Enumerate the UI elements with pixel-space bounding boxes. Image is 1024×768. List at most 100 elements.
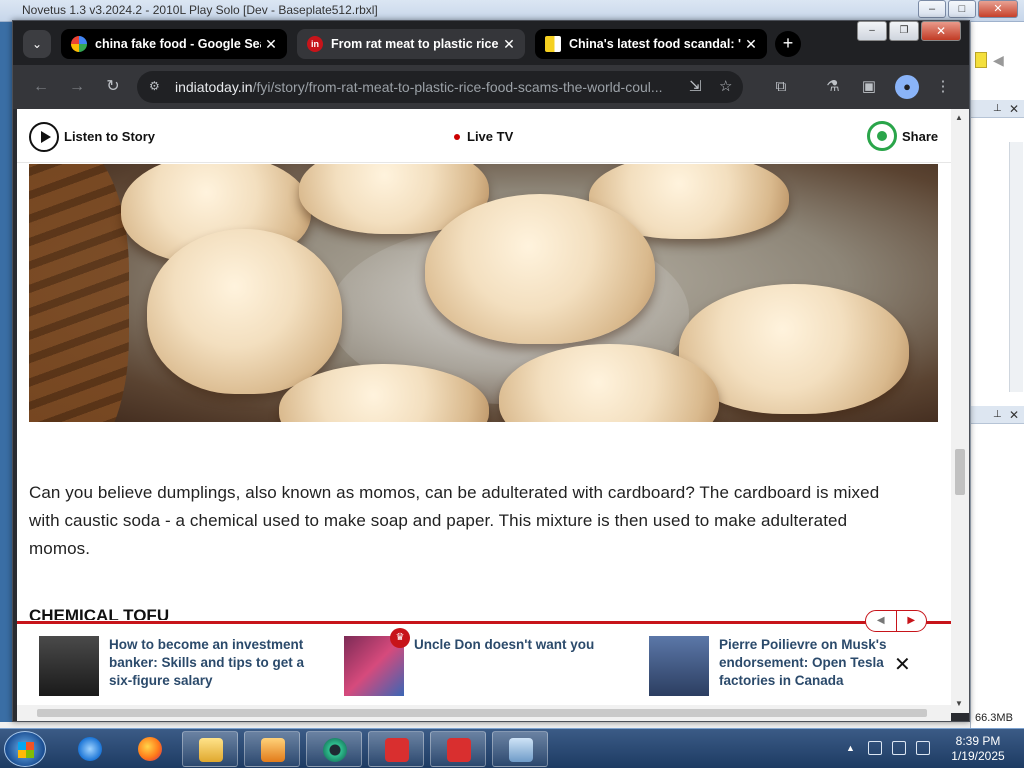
scrollbar-thumb[interactable] — [955, 449, 965, 495]
reload-icon[interactable]: ↻ — [101, 75, 125, 99]
novetus-icon — [385, 738, 409, 762]
window-controls: – ❐ ✕ — [855, 21, 961, 41]
taskbar-novetus-2[interactable] — [430, 731, 486, 767]
background-left-strip — [0, 22, 12, 722]
taskbar-firefox[interactable] — [122, 731, 178, 767]
close-window-button[interactable]: ✕ — [921, 21, 961, 41]
trending-carousel-nav: ◀ ▶ — [865, 610, 927, 632]
bookmark-star-icon[interactable]: ☆ — [719, 77, 732, 95]
arrow-icon: ◀ — [993, 52, 1004, 68]
start-button[interactable] — [4, 731, 46, 767]
background-right-panel: ◀ ⊥ ✕ ⊥ ✕ 66.3MB — [970, 22, 1024, 732]
tab-title: china fake food - Google Search — [95, 37, 261, 51]
premium-crown-icon: ♛ — [390, 628, 410, 648]
close-icon[interactable]: ✕ — [1009, 100, 1019, 118]
page-horizontal-scrollbar[interactable] — [17, 705, 951, 721]
share-button[interactable]: Share — [902, 129, 938, 144]
url-host: indiatoday.in — [175, 79, 253, 95]
internet-explorer-icon — [78, 737, 102, 761]
whatsapp-icon[interactable] — [867, 121, 897, 151]
chrome-icon — [323, 738, 347, 762]
action-center-flag-icon[interactable] — [892, 741, 906, 755]
background-app-titlebar: Novetus 1.3 v3.2024.2 - 2010L Play Solo … — [0, 0, 1024, 22]
system-clock[interactable]: 8:39 PM 1/19/2025 — [938, 734, 1018, 764]
scroll-up-icon[interactable]: ▲ — [955, 113, 963, 122]
forward-icon[interactable]: → — [65, 75, 89, 99]
tab-india-today[interactable]: in From rat meat to plastic rice, food s… — [297, 29, 525, 59]
story-action-bar: Listen to Story Live TV Share — [17, 109, 951, 163]
new-tab-button[interactable]: + — [775, 31, 801, 57]
volume-icon[interactable] — [916, 741, 930, 755]
article-hero-image — [29, 164, 938, 422]
trending-thumbnail — [39, 636, 99, 696]
taskbar-internet-explorer[interactable] — [62, 731, 118, 767]
taskbar-control-panel[interactable] — [492, 731, 548, 767]
trending-headline[interactable]: Uncle Don doesn't want you — [414, 636, 624, 654]
minimize-button[interactable]: – — [857, 21, 887, 41]
menu-kebab-icon[interactable]: ⋮ — [931, 75, 955, 99]
trending-headline[interactable]: How to become an investment banker: Skil… — [109, 636, 319, 690]
dumpling — [147, 229, 342, 394]
live-tv-link[interactable]: Live TV — [467, 129, 513, 144]
side-panel-icon[interactable]: ▣ — [857, 75, 881, 99]
taskbar-media-player[interactable] — [244, 731, 300, 767]
firefox-icon — [138, 737, 162, 761]
close-trending-icon[interactable]: ✕ — [894, 652, 911, 677]
taskbar-chrome[interactable] — [306, 731, 362, 767]
tab-search-button[interactable]: ⌄ — [23, 30, 51, 58]
horizontal-scrollbar-thumb[interactable] — [37, 709, 927, 717]
pin-icon[interactable]: ⊥ — [993, 100, 1002, 118]
show-hidden-icons-icon[interactable]: ▲ — [846, 743, 855, 753]
back-icon[interactable]: ← — [29, 75, 53, 99]
tab-china-food-scandal[interactable]: China's latest food scandal: 'le ✕ — [535, 29, 767, 59]
taskbar-novetus[interactable] — [368, 731, 424, 767]
play-icon[interactable] — [29, 122, 59, 152]
prev-arrow-icon[interactable]: ◀ — [866, 611, 896, 631]
trending-item[interactable]: ♛ Uncle Don doesn't want you — [344, 628, 634, 698]
profile-avatar-icon[interactable]: ● — [895, 75, 919, 99]
labs-flask-icon[interactable]: ⚗ — [821, 75, 845, 99]
background-window-controls: – □ ✕ — [916, 0, 1018, 18]
scroll-down-icon[interactable]: ▼ — [955, 699, 963, 708]
url-text[interactable]: indiatoday.in/fyi/story/from-rat-meat-to… — [175, 79, 663, 95]
windows-taskbar: ▲ 8:39 PM 1/19/2025 — [0, 728, 1024, 768]
indiatoday-favicon-icon: in — [307, 36, 323, 52]
tab-close-icon[interactable]: ✕ — [741, 36, 761, 53]
taskbar-file-explorer[interactable] — [182, 731, 238, 767]
network-icon[interactable] — [868, 741, 882, 755]
tab-strip: ⌄ china fake food - Google Search ✕ in F… — [13, 21, 969, 65]
restore-button[interactable]: ❐ — [889, 21, 919, 41]
extensions-icon[interactable]: ⧉ — [769, 75, 793, 99]
tab-title: China's latest food scandal: 'le — [569, 37, 741, 51]
browser-toolbar: ← → ↻ ⚙ indiatoday.in/fyi/story/from-rat… — [13, 65, 969, 109]
media-player-icon — [261, 738, 285, 762]
browser-window: ⌄ china fake food - Google Search ✕ in F… — [12, 20, 970, 722]
tab-close-icon[interactable]: ✕ — [499, 36, 519, 53]
site-info-icon[interactable]: ⚙ — [149, 79, 165, 95]
close-icon[interactable]: ✕ — [1009, 406, 1019, 424]
folder-icon — [199, 738, 223, 762]
trending-thumbnail — [649, 636, 709, 696]
memory-readout: 66.3MB — [975, 712, 1013, 724]
tab-close-icon[interactable]: ✕ — [261, 36, 281, 53]
folder-icon — [975, 52, 987, 68]
address-bar[interactable]: ⚙ indiatoday.in/fyi/story/from-rat-meat-… — [137, 71, 743, 103]
page-vertical-scrollbar[interactable]: ▲ ▼ — [951, 109, 969, 713]
google-favicon-icon — [71, 36, 87, 52]
maximize-button[interactable]: □ — [948, 0, 976, 18]
next-arrow-icon[interactable]: ▶ — [895, 611, 927, 631]
trending-item[interactable]: How to become an investment banker: Skil… — [39, 636, 329, 698]
steamer-basket-rim — [29, 164, 129, 422]
background-app-title: Novetus 1.3 v3.2024.2 - 2010L Play Solo … — [22, 3, 378, 17]
panel-header: ⊥ ✕ — [971, 406, 1024, 424]
close-button[interactable]: ✕ — [978, 0, 1018, 18]
tab-google-search[interactable]: china fake food - Google Search ✕ — [61, 29, 287, 59]
dumpling — [425, 194, 655, 344]
tab-title: From rat meat to plastic rice, food scam… — [331, 37, 499, 51]
listen-to-story-button[interactable]: Listen to Story — [64, 129, 155, 144]
pin-icon[interactable]: ⊥ — [993, 406, 1002, 424]
minimize-button[interactable]: – — [918, 0, 946, 18]
install-app-icon[interactable]: ⇲ — [689, 77, 702, 95]
url-path: /fyi/story/from-rat-meat-to-plastic-rice… — [252, 79, 663, 95]
panel-scrollbar[interactable] — [1009, 142, 1023, 392]
